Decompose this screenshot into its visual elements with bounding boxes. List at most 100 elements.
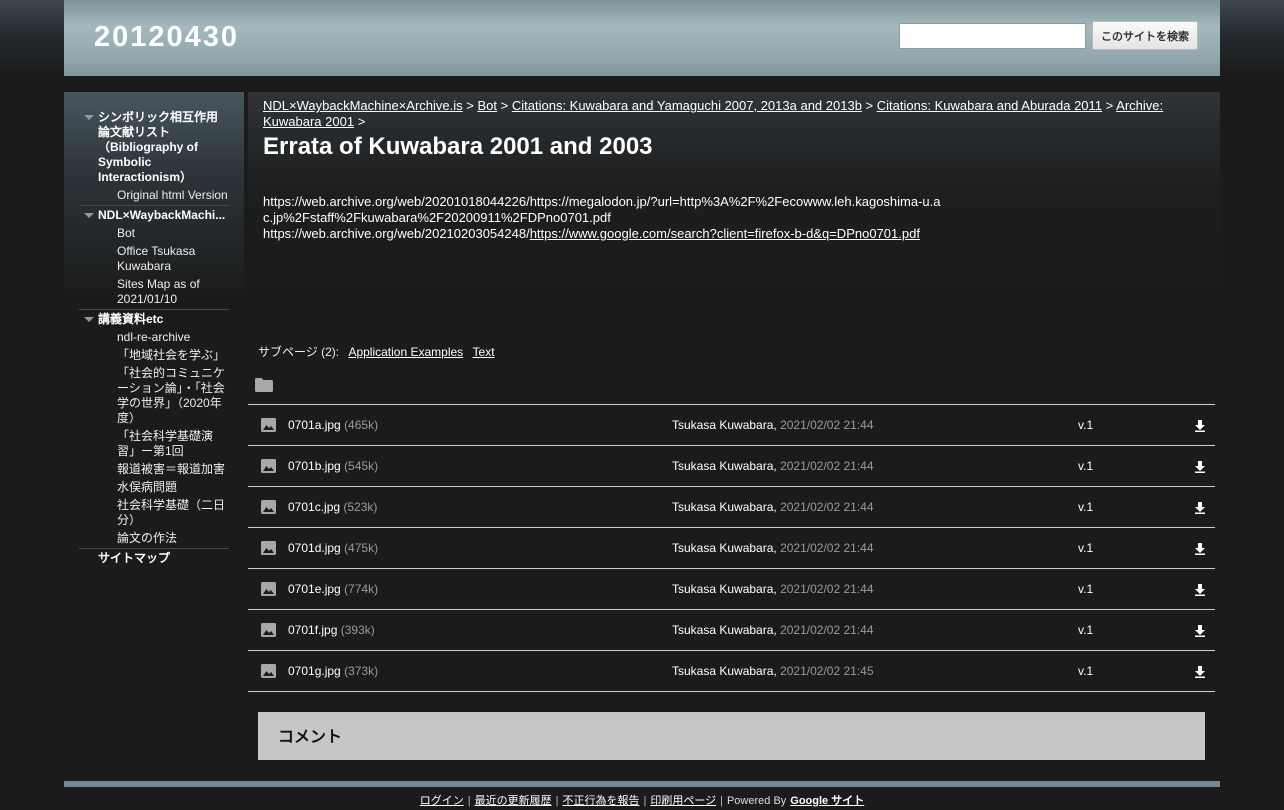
- attachment-filename-link[interactable]: 0701e.jpg: [288, 582, 341, 596]
- attachment-author-cell: Tsukasa Kuwabara, 2021/02/02 21:44: [672, 582, 874, 596]
- sidebar-item-original-html[interactable]: Original html Version: [79, 188, 229, 203]
- subpage-link-text[interactable]: Text: [473, 345, 495, 359]
- attachment-filename-link[interactable]: 0701b.jpg: [288, 459, 341, 473]
- sidebar-item-ndl-re-archive[interactable]: ndl-re-archive: [79, 330, 229, 345]
- attachment-size: (475k): [344, 541, 379, 555]
- sidebar-item-office[interactable]: Office Tsukasa Kuwabara: [79, 244, 229, 274]
- attachment-author-cell: Tsukasa Kuwabara, 2021/02/02 21:45: [672, 664, 874, 678]
- download-icon[interactable]: [1195, 584, 1205, 599]
- sidebar-group-bibliography[interactable]: シンボリック相互作用論文献リスト（Bibliography of Symboli…: [79, 110, 229, 185]
- image-file-icon: [261, 500, 276, 517]
- sidebar-item-seminar[interactable]: 「社会科学基礎演習」ー第1回: [79, 429, 229, 459]
- breadcrumb-link[interactable]: Bot: [478, 98, 498, 113]
- breadcrumb-link[interactable]: Citations: Kuwabara and Aburada 2011: [877, 98, 1102, 113]
- attachment-version-link[interactable]: v.1: [1078, 459, 1093, 473]
- sidebar-item-sites-map[interactable]: Sites Map as of 2021/01/10: [79, 277, 229, 307]
- breadcrumb-separator: >: [466, 98, 474, 113]
- sidebar: シンボリック相互作用論文献リスト（Bibliography of Symboli…: [64, 92, 244, 770]
- download-icon[interactable]: [1195, 502, 1205, 517]
- download-icon[interactable]: [1195, 625, 1205, 640]
- archive-url-line: https://web.archive.org/web/202102030542…: [263, 226, 943, 242]
- sidebar-group-lectures[interactable]: 講義資料etc: [79, 312, 229, 327]
- search-button[interactable]: このサイトを検索: [1092, 21, 1198, 50]
- attachment-version-link[interactable]: v.1: [1078, 582, 1093, 596]
- sidebar-nav: シンボリック相互作用論文献リスト（Bibliography of Symboli…: [79, 110, 229, 566]
- attachment-date: 2021/02/02 21:44: [780, 582, 874, 596]
- attachment-row: 0701e.jpg (774k) Tsukasa Kuwabara, 2021/0…: [248, 569, 1215, 610]
- page-title: Errata of Kuwabara 2001 and 2003: [263, 133, 653, 160]
- attachment-size: (393k): [340, 623, 375, 637]
- attachment-size: (465k): [344, 418, 379, 432]
- attachment-name-cell: 0701a.jpg (465k): [288, 418, 378, 432]
- subpage-link-application-examples[interactable]: Application Examples: [348, 345, 463, 359]
- site-title[interactable]: 20120430: [94, 21, 239, 54]
- attachment-filename-link[interactable]: 0701g.jpg: [288, 664, 341, 678]
- attachment-size: (774k): [344, 582, 379, 596]
- download-icon[interactable]: [1195, 666, 1205, 681]
- triangle-down-icon[interactable]: [84, 317, 94, 322]
- sidebar-item-minamata[interactable]: 水俣病問題: [79, 480, 229, 495]
- attachment-author: Tsukasa Kuwabara,: [672, 418, 777, 432]
- attachment-filename-link[interactable]: 0701d.jpg: [288, 541, 341, 555]
- recent-activity-link[interactable]: 最近の更新履歴: [475, 795, 552, 807]
- login-link[interactable]: ログイン: [420, 795, 464, 807]
- attachment-version-link[interactable]: v.1: [1078, 500, 1093, 514]
- sidebar-item-community[interactable]: 「地域社会を学ぶ」: [79, 348, 229, 363]
- attachment-author: Tsukasa Kuwabara,: [672, 664, 777, 678]
- google-search-link[interactable]: https://www.google.com/search?client=fir…: [530, 226, 920, 241]
- sidebar-group-label[interactable]: 講義資料etc: [98, 312, 163, 326]
- image-file-icon: [261, 623, 276, 640]
- breadcrumb-link[interactable]: NDL×WaybackMachine×Archive.is: [263, 98, 463, 113]
- breadcrumb-separator: >: [500, 98, 509, 113]
- report-abuse-link[interactable]: 不正行為を報告: [562, 795, 639, 807]
- download-icon[interactable]: [1195, 461, 1205, 476]
- attachment-name-cell: 0701e.jpg (774k): [288, 582, 378, 596]
- powered-by-text: Powered By: [726, 795, 787, 807]
- attachment-row: 0701d.jpg (475k) Tsukasa Kuwabara, 2021/0…: [248, 528, 1215, 569]
- comments-title: コメント: [278, 729, 343, 746]
- sidebar-item-sitemap[interactable]: サイトマップ: [79, 551, 229, 566]
- attachment-name-cell: 0701g.jpg (373k): [288, 664, 378, 678]
- attachment-author-cell: Tsukasa Kuwabara, 2021/02/02 21:44: [672, 418, 874, 432]
- triangle-down-icon[interactable]: [84, 213, 94, 218]
- attachment-size: (545k): [344, 459, 379, 473]
- download-icon[interactable]: [1195, 543, 1205, 558]
- attachment-version-link[interactable]: v.1: [1078, 623, 1093, 637]
- attachment-size: (523k): [343, 500, 378, 514]
- sidebar-group-label[interactable]: NDL×WaybackMachi...: [98, 208, 225, 222]
- attachment-author: Tsukasa Kuwabara,: [672, 500, 777, 514]
- sidebar-group-ndl[interactable]: NDL×WaybackMachi...: [79, 208, 229, 223]
- search-input[interactable]: [899, 23, 1086, 49]
- subpages: サブページ (2): Application Examples Text: [258, 343, 495, 360]
- sidebar-group-label[interactable]: シンボリック相互作用論文献リスト（Bibliography of Symboli…: [98, 110, 218, 184]
- attachment-date: 2021/02/02 21:44: [780, 541, 874, 555]
- image-file-icon: [261, 418, 276, 435]
- triangle-down-icon[interactable]: [84, 115, 94, 120]
- archive-url-line: https://web.archive.org/web/202010180442…: [263, 194, 941, 225]
- attachment-name-cell: 0701c.jpg (523k): [288, 500, 377, 514]
- attachment-filename-link[interactable]: 0701c.jpg: [288, 500, 340, 514]
- attachment-filename-link[interactable]: 0701f.jpg: [288, 623, 337, 637]
- google-sites-link[interactable]: Google サイト: [790, 795, 864, 807]
- site-header: 20120430 このサイトを検索: [64, 0, 1220, 76]
- footer-separator: |: [467, 795, 471, 807]
- main-content: NDL×WaybackMachine×Archive.is > Bot > Ci…: [248, 92, 1220, 770]
- attachment-date: 2021/02/02 21:44: [780, 459, 874, 473]
- sidebar-item-media-harm[interactable]: 報道被害＝報道加害: [79, 462, 229, 477]
- sidebar-item-paper-manners[interactable]: 論文の作法: [79, 531, 229, 546]
- sidebar-item-social-science[interactable]: 社会科学基礎（二日分）: [79, 498, 229, 528]
- attachment-filename-link[interactable]: 0701a.jpg: [288, 418, 341, 432]
- folder-icon[interactable]: [255, 378, 273, 395]
- attachment-author: Tsukasa Kuwabara,: [672, 459, 777, 473]
- attachment-version-link[interactable]: v.1: [1078, 418, 1093, 432]
- sidebar-item-bot[interactable]: Bot: [79, 226, 229, 241]
- breadcrumb-link[interactable]: Citations: Kuwabara and Yamaguchi 2007, …: [512, 98, 862, 113]
- download-icon[interactable]: [1195, 420, 1205, 435]
- print-page-link[interactable]: 印刷用ページ: [650, 795, 716, 807]
- attachment-version-link[interactable]: v.1: [1078, 664, 1093, 678]
- attachment-author: Tsukasa Kuwabara,: [672, 541, 777, 555]
- attachment-author-cell: Tsukasa Kuwabara, 2021/02/02 21:44: [672, 541, 874, 555]
- breadcrumb-separator: >: [1105, 98, 1114, 113]
- attachment-version-link[interactable]: v.1: [1078, 541, 1093, 555]
- sidebar-item-communication[interactable]: 「社会的コミュニケーション論」・「社会学の世界」（2020年度）: [79, 366, 229, 426]
